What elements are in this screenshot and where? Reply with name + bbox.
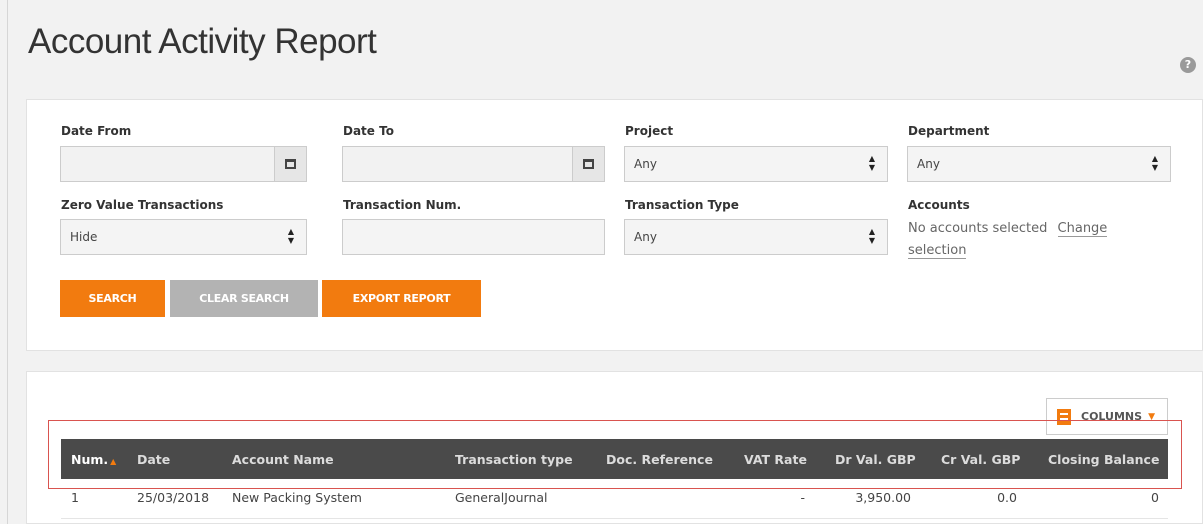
filter-panel: Date From Date To Project Any ▲ ▼ Departm… bbox=[26, 99, 1203, 351]
change-selection-link[interactable]: Change bbox=[1057, 221, 1108, 237]
zero-value-value: Hide bbox=[70, 230, 98, 244]
zero-value-select[interactable]: Hide ▲ ▼ bbox=[60, 219, 307, 255]
change-selection-link-2[interactable]: selection bbox=[908, 243, 967, 259]
search-button[interactable]: SEARCH bbox=[60, 280, 165, 317]
select-arrows-icon: ▲ ▼ bbox=[868, 154, 875, 172]
date-to-input[interactable] bbox=[342, 146, 605, 182]
project-select[interactable]: Any ▲ ▼ bbox=[624, 146, 888, 182]
select-arrows-icon: ▲ ▼ bbox=[287, 227, 294, 245]
export-report-button[interactable]: EXPORT REPORT bbox=[322, 280, 481, 317]
transaction-num-input[interactable] bbox=[342, 219, 605, 255]
date-from-input[interactable] bbox=[60, 146, 307, 182]
clear-search-button[interactable]: CLEAR SEARCH bbox=[170, 280, 318, 317]
help-icon[interactable]: ? bbox=[1180, 57, 1196, 73]
accounts-label: Accounts bbox=[908, 198, 970, 212]
cell-closing-balance: 0 bbox=[1151, 490, 1159, 505]
cell-transaction-type: GeneralJournal bbox=[455, 490, 548, 505]
transaction-type-label: Transaction Type bbox=[625, 198, 739, 212]
calendar-icon[interactable] bbox=[572, 147, 604, 181]
transaction-type-value: Any bbox=[634, 230, 657, 244]
project-value: Any bbox=[634, 157, 657, 171]
zero-value-label: Zero Value Transactions bbox=[61, 198, 224, 212]
department-value: Any bbox=[917, 157, 940, 171]
page-title: Account Activity Report bbox=[28, 22, 377, 61]
department-select[interactable]: Any ▲ ▼ bbox=[907, 146, 1171, 182]
cell-date: 25/03/2018 bbox=[137, 490, 210, 505]
cell-num: 1 bbox=[71, 490, 79, 505]
transaction-type-select[interactable]: Any ▲ ▼ bbox=[624, 219, 888, 255]
date-from-label: Date From bbox=[61, 124, 132, 138]
transaction-num-label: Transaction Num. bbox=[343, 198, 462, 212]
cell-cr-val: 0.0 bbox=[997, 490, 1017, 505]
calendar-icon[interactable] bbox=[274, 147, 306, 181]
accounts-none-text: No accounts selected bbox=[908, 221, 1048, 236]
highlight-box bbox=[48, 420, 1182, 489]
department-label: Department bbox=[908, 124, 990, 138]
cell-dr-val: 3,950.00 bbox=[855, 490, 911, 505]
cell-account-name: New Packing System bbox=[232, 490, 362, 505]
select-arrows-icon: ▲ ▼ bbox=[868, 227, 875, 245]
cell-vat-rate: - bbox=[800, 490, 805, 505]
select-arrows-icon: ▲ ▼ bbox=[1151, 154, 1158, 172]
accounts-selection: No accounts selected Change selection bbox=[908, 218, 1108, 262]
date-to-label: Date To bbox=[343, 124, 394, 138]
project-label: Project bbox=[625, 124, 674, 138]
